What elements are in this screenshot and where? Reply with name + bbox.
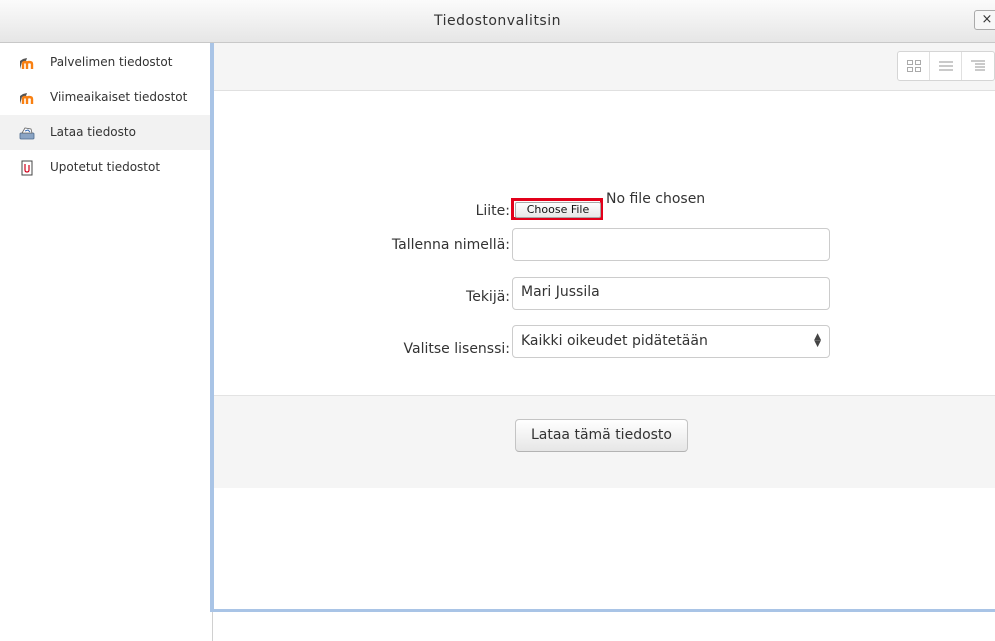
author-input[interactable]: Mari Jussila	[512, 277, 830, 310]
license-select[interactable]: Kaikki oikeudet pidätetään ▲ ▼	[512, 325, 830, 358]
sidebar-item-recent-files[interactable]: Viimeaikaiset tiedostot	[0, 80, 210, 115]
upload-icon	[19, 127, 35, 140]
sidebar-item-label: Viimeaikaiset tiedostot	[50, 90, 188, 104]
list-view-button[interactable]	[930, 52, 962, 80]
author-label: Tekijä:	[466, 289, 510, 305]
sidebar-item-label: Upotetut tiedostot	[50, 160, 161, 174]
sidebar-item-server-files[interactable]: Palvelimen tiedostot	[0, 45, 210, 80]
moodle-icon	[20, 93, 34, 104]
list-icon	[938, 61, 953, 71]
choose-file-highlight: Choose File	[511, 198, 603, 220]
sidebar-item-label: Palvelimen tiedostot	[50, 55, 173, 69]
embedded-files-icon	[21, 160, 33, 176]
dialog-titlebar: Tiedostonvalitsin ×	[0, 0, 995, 43]
tree-icon	[971, 60, 985, 71]
license-label: Valitse lisenssi:	[403, 341, 510, 357]
panel-left-border	[210, 43, 214, 611]
choose-file-button[interactable]: Choose File	[515, 202, 601, 218]
license-selected-value: Kaikki oikeudet pidätetään	[521, 333, 708, 349]
sidebar-divider	[212, 612, 213, 641]
attachment-label: Liite:	[475, 203, 510, 219]
moodle-icon	[20, 58, 34, 69]
view-mode-buttons	[897, 51, 995, 81]
grid-icon	[906, 60, 921, 72]
dialog-title: Tiedostonvalitsin	[434, 13, 561, 29]
repository-sidebar: Palvelimen tiedostot Viimeaikaiset tiedo…	[0, 43, 210, 641]
filepicker-toolbar	[214, 43, 995, 91]
icons-view-button[interactable]	[898, 52, 930, 80]
close-button[interactable]: ×	[974, 10, 995, 30]
save-as-label: Tallenna nimellä:	[391, 237, 510, 253]
tree-view-button[interactable]	[962, 52, 994, 80]
sidebar-item-label: Lataa tiedosto	[50, 125, 136, 139]
sidebar-item-upload-file[interactable]: Lataa tiedosto	[0, 115, 210, 150]
panel-bottom-border	[210, 609, 995, 612]
upload-file-button[interactable]: Lataa tämä tiedosto	[515, 419, 688, 452]
no-file-text: No file chosen	[606, 191, 706, 207]
sidebar-item-embedded-files[interactable]: Upotetut tiedostot	[0, 150, 210, 185]
select-arrows-icon: ▲ ▼	[814, 332, 821, 349]
save-as-input[interactable]	[512, 228, 830, 261]
